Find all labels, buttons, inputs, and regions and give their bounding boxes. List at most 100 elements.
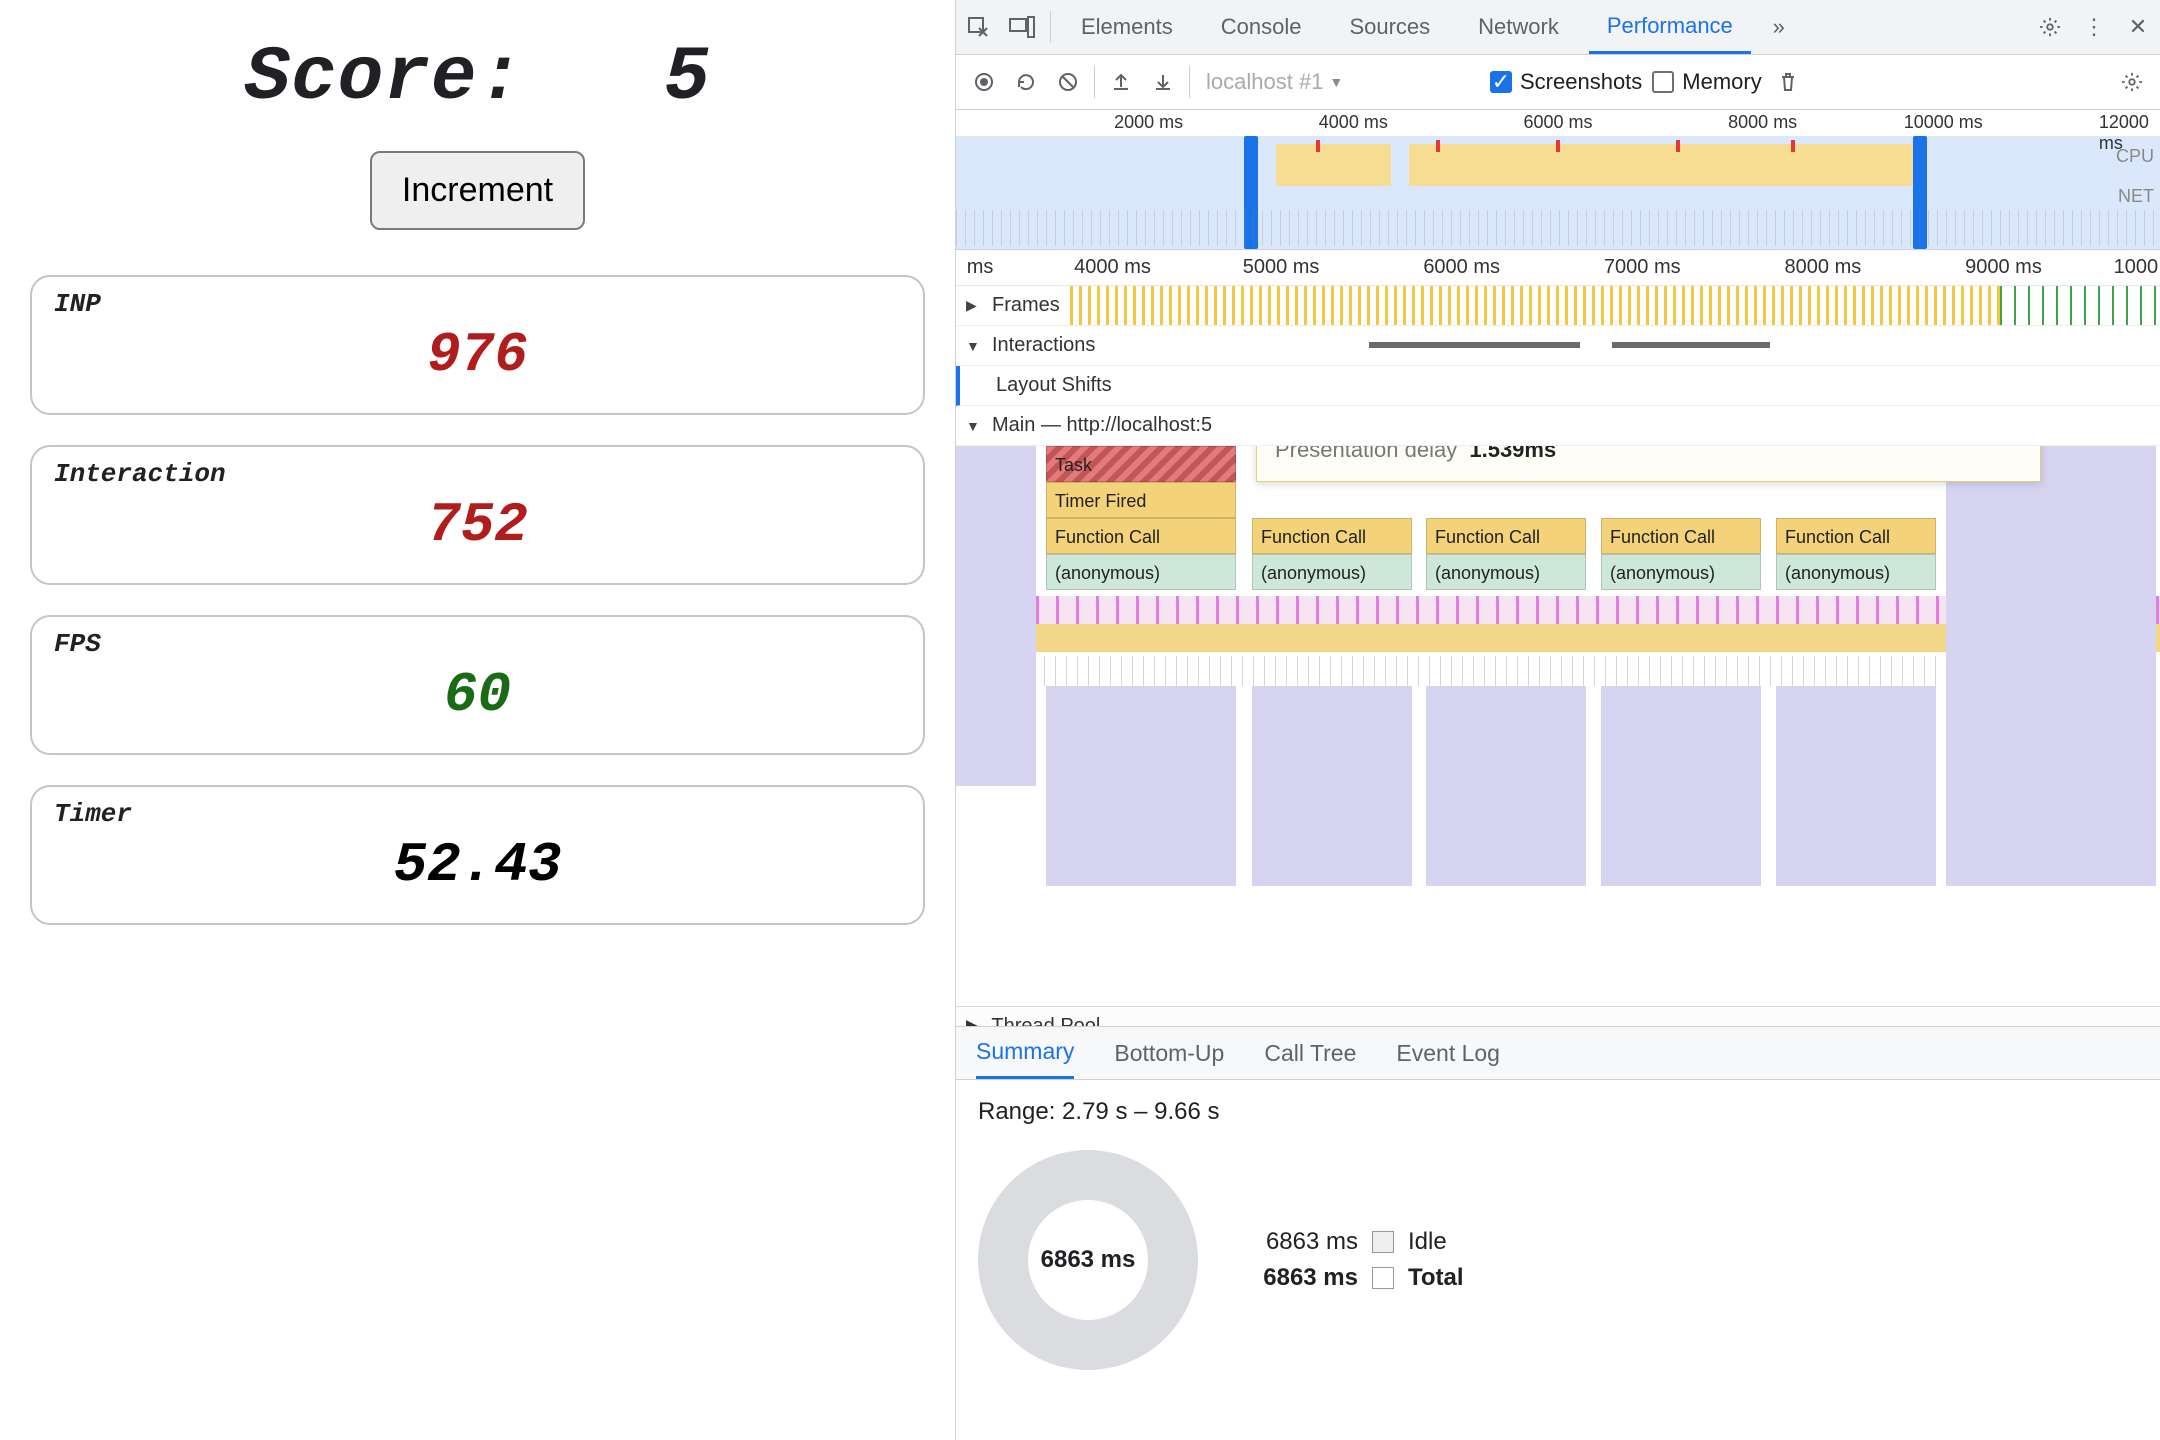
- flame-block-timerfired[interactable]: Timer Fired: [1046, 482, 1236, 518]
- btab-summary[interactable]: Summary: [976, 1027, 1074, 1079]
- ruler-tick: 6000 ms: [1523, 112, 1592, 133]
- track-label: Frames: [992, 294, 1060, 317]
- tab-sources[interactable]: Sources: [1331, 0, 1448, 54]
- legend-total-label: Total: [1408, 1264, 1464, 1292]
- inspect-icon[interactable]: [962, 11, 994, 43]
- ruler-tick: 1000: [2114, 256, 2159, 279]
- details-tabbar: Summary Bottom-Up Call Tree Event Log: [956, 1026, 2160, 1080]
- score-label: Score:: [244, 35, 524, 121]
- memory-checkbox[interactable]: Memory: [1652, 69, 1761, 95]
- track-label: Main — http://localhost:5: [992, 414, 1212, 437]
- metric-label: INP: [54, 289, 901, 319]
- flame-stack: [1601, 686, 1761, 886]
- metric-card-inp: INP 976: [30, 275, 925, 415]
- track-layoutshifts[interactable]: Layout Shifts: [956, 366, 2160, 406]
- settings-gear-icon[interactable]: [2034, 11, 2066, 43]
- download-profile-icon[interactable]: [1147, 66, 1179, 98]
- collapse-icon: ▼: [966, 418, 982, 434]
- screenshots-checkbox[interactable]: ✓ Screenshots: [1490, 69, 1642, 95]
- flame-block-functioncall[interactable]: Function Call: [1426, 518, 1586, 554]
- timeline-overview[interactable]: 2000 ms 4000 ms 6000 ms 8000 ms 10000 ms…: [956, 110, 2160, 250]
- track-label: Thread Pool: [991, 1015, 1100, 1026]
- devtools-pane: Elements Console Sources Network Perform…: [955, 0, 2160, 1440]
- main-ruler[interactable]: ms 4000 ms 5000 ms 6000 ms 7000 ms 8000 …: [956, 250, 2160, 286]
- close-devtools-icon[interactable]: ✕: [2122, 11, 2154, 43]
- flame-chart[interactable]: Task Timer Fired Function Call (anonymou…: [956, 446, 2160, 1006]
- tab-console[interactable]: Console: [1203, 0, 1320, 54]
- memory-label: Memory: [1682, 69, 1761, 95]
- interaction-tooltip: 749.74 ms Pointer Long interaction is in…: [1256, 446, 2041, 482]
- clear-icon[interactable]: [1052, 66, 1084, 98]
- tab-performance[interactable]: Performance: [1589, 0, 1751, 54]
- metric-value: 752: [54, 493, 901, 557]
- capture-settings-gear-icon[interactable]: [2116, 66, 2148, 98]
- ruler-tick: 4000 ms: [1319, 112, 1388, 133]
- metric-label: FPS: [54, 629, 901, 659]
- device-toolbar-icon[interactable]: [1006, 11, 1038, 43]
- garbage-collect-icon[interactable]: [1772, 66, 1804, 98]
- btab-eventlog[interactable]: Event Log: [1396, 1027, 1500, 1079]
- ruler-tick: 9000 ms: [1965, 256, 2042, 279]
- more-tabs-icon[interactable]: »: [1763, 11, 1795, 43]
- metric-value: 52.43: [54, 833, 901, 897]
- ruler-tick: 8000 ms: [1785, 256, 1862, 279]
- ruler-tick: 10000 ms: [1904, 112, 1983, 133]
- summary-legend: 6863 ms Idle 6863 ms Total: [1238, 1220, 1464, 1300]
- metric-label: Timer: [54, 799, 901, 829]
- flame-block-anonymous[interactable]: (anonymous): [1046, 554, 1236, 590]
- tracks-area: ▶ Frames ▼ Interactions Layout Shifts: [956, 286, 2160, 1026]
- metric-value: 60: [54, 663, 901, 727]
- tooltip-row-label: Presentation delay: [1275, 446, 1457, 462]
- flame-block-anonymous[interactable]: (anonymous): [1426, 554, 1586, 590]
- increment-button[interactable]: Increment: [370, 151, 585, 230]
- summary-range: Range: 2.79 s – 9.66 s: [978, 1098, 2138, 1126]
- ruler-tick: ms: [967, 256, 994, 279]
- overview-cpu-activity: [1276, 144, 1920, 186]
- flame-stack: [956, 446, 1036, 786]
- legend-swatch-total: [1372, 1267, 1394, 1289]
- flame-block-anonymous[interactable]: (anonymous): [1252, 554, 1412, 590]
- flame-block-functioncall[interactable]: Function Call: [1252, 518, 1412, 554]
- flame-block-anonymous[interactable]: (anonymous): [1601, 554, 1761, 590]
- score-title: Score: 5: [30, 35, 925, 121]
- track-label: Interactions: [992, 334, 1095, 357]
- checkbox-unchecked-icon: [1652, 71, 1674, 93]
- app-pane: Score: 5 Increment INP 976 Interaction 7…: [0, 0, 955, 1440]
- reload-record-icon[interactable]: [1010, 66, 1042, 98]
- expand-icon: ▶: [966, 297, 982, 314]
- ruler-tick: 5000 ms: [1243, 256, 1320, 279]
- upload-profile-icon[interactable]: [1105, 66, 1137, 98]
- legend-total-num: 6863 ms: [1238, 1264, 1358, 1292]
- ruler-tick: 7000 ms: [1604, 256, 1681, 279]
- checkbox-checked-icon: ✓: [1490, 71, 1512, 93]
- tooltip-row-value: 1.539ms: [1469, 446, 1556, 462]
- btab-bottomup[interactable]: Bottom-Up: [1114, 1027, 1224, 1079]
- flame-block-functioncall[interactable]: Function Call: [1776, 518, 1936, 554]
- flame-stack: [1946, 446, 2156, 886]
- summary-donut: 6863 ms: [978, 1150, 1198, 1370]
- flame-stack: [1776, 686, 1936, 886]
- chevron-down-icon: ▼: [1329, 74, 1343, 90]
- flame-block-functioncall[interactable]: Function Call: [1046, 518, 1236, 554]
- kebab-menu-icon[interactable]: ⋮: [2078, 11, 2110, 43]
- btab-calltree[interactable]: Call Tree: [1264, 1027, 1356, 1079]
- legend-swatch-idle: [1372, 1231, 1394, 1253]
- track-interactions[interactable]: ▼ Interactions: [956, 326, 2160, 366]
- record-icon[interactable]: [968, 66, 1000, 98]
- devtools-tabbar: Elements Console Sources Network Perform…: [956, 0, 2160, 55]
- track-main[interactable]: ▼ Main — http://localhost:5: [956, 406, 2160, 446]
- recording-select[interactable]: localhost #1 ▼: [1200, 67, 1480, 97]
- flame-block-task[interactable]: Task: [1046, 446, 1236, 482]
- tab-network[interactable]: Network: [1460, 0, 1577, 54]
- metric-card-fps: FPS 60: [30, 615, 925, 755]
- metric-card-timer: Timer 52.43: [30, 785, 925, 925]
- tab-elements[interactable]: Elements: [1063, 0, 1191, 54]
- track-threadpool[interactable]: ▶ Thread Pool: [956, 1006, 2160, 1026]
- track-frames[interactable]: ▶ Frames: [956, 286, 2160, 326]
- screenshots-label: Screenshots: [1520, 69, 1642, 95]
- flame-block-functioncall[interactable]: Function Call: [1601, 518, 1761, 554]
- score-value: 5: [664, 35, 711, 121]
- flame-stack: [1426, 686, 1586, 886]
- flame-block-anonymous[interactable]: (anonymous): [1776, 554, 1936, 590]
- metric-label: Interaction: [54, 459, 901, 489]
